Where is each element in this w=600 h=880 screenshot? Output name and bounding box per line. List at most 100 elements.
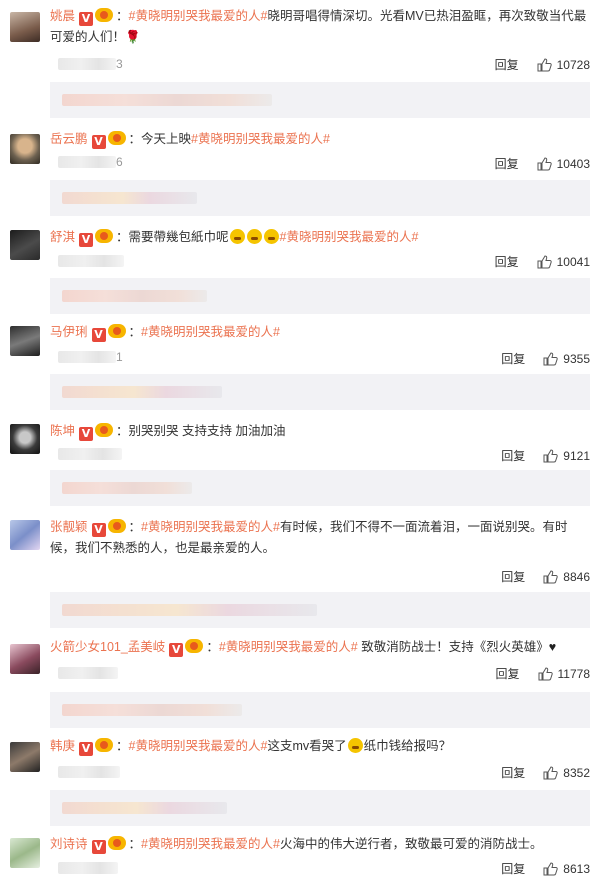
avatar[interactable]	[10, 644, 40, 674]
reply-preview[interactable]	[50, 82, 590, 118]
reply-preview[interactable]	[50, 374, 590, 410]
blurred-reply-text	[62, 386, 222, 398]
topic-link[interactable]: #黄晓明别哭我最爱的人#	[129, 9, 268, 23]
comment-actions: 回复 8846	[501, 568, 590, 585]
like-count: 8613	[563, 861, 590, 876]
avatar[interactable]	[10, 520, 40, 550]
topic-link[interactable]: #黄晓明别哭我最爱的人#	[129, 739, 268, 753]
reply-button[interactable]: 回复	[495, 56, 519, 73]
like-button[interactable]: 9121	[543, 449, 590, 463]
reply-button[interactable]: 回复	[495, 155, 519, 172]
topic-link[interactable]: #黄晓明别哭我最爱的人#	[280, 230, 419, 244]
username[interactable]: 姚晨	[50, 9, 75, 23]
blurred-reply-text	[62, 704, 242, 716]
comment-text: 这支mv看哭了	[267, 739, 347, 753]
topic-link[interactable]: #黄晓明别哭我最爱的人#	[191, 132, 330, 146]
comment-text: 今天上映	[141, 132, 192, 146]
verified-v-icon: V	[169, 643, 184, 657]
reply-button[interactable]: 回复	[501, 350, 525, 367]
like-button[interactable]: 11778	[538, 667, 590, 681]
topic-link[interactable]: #黄晓明别哭我最爱的人#	[219, 640, 358, 654]
like-button[interactable]: 9355	[543, 352, 590, 366]
username[interactable]: 张靓颖	[50, 520, 88, 534]
member-medal-icon	[107, 836, 126, 850]
blurred-timestamp	[58, 667, 118, 679]
avatar[interactable]	[10, 838, 40, 868]
like-count: 10728	[556, 57, 590, 72]
reply-button[interactable]: 回复	[501, 860, 525, 877]
member-medal-icon	[95, 8, 114, 22]
blurred-reply-text	[62, 604, 317, 616]
thumbs-up-icon	[538, 666, 553, 680]
comment-content: 刘诗诗 V ：#黄晓明别哭我最爱的人#火海中的伟大逆行者，致敬最可爱的消防战士。	[50, 836, 543, 854]
username[interactable]: 马伊琍	[50, 325, 88, 339]
thumbs-up-icon	[543, 448, 558, 462]
comment-content: 张靓颖 V ：#黄晓明别哭我最爱的人#有时候，我们不得不一面流着泪，一面说别哭。有时…	[50, 519, 568, 555]
reply-button[interactable]: 回复	[501, 764, 525, 781]
thumbs-up-icon	[537, 254, 552, 268]
comment-content: 韩庚 V ：#黄晓明别哭我最爱的人#这支mv看哭了 纸巾钱给报吗？	[50, 738, 452, 756]
member-medal-icon	[185, 639, 204, 653]
topic-link[interactable]: #黄晓明别哭我最爱的人#	[141, 837, 280, 851]
comment-actions: 回复 10728	[495, 56, 590, 73]
comment-content: 岳云鹏 V ：今天上映#黄晓明别哭我最爱的人#	[50, 131, 330, 149]
blurred-reply-text	[62, 802, 227, 814]
thumbs-up-icon	[537, 156, 552, 170]
blurred-timestamp	[58, 58, 116, 70]
reply-preview[interactable]	[50, 790, 590, 826]
like-count: 10041	[556, 254, 590, 269]
thumbs-up-icon	[543, 765, 558, 779]
like-count: 10403	[556, 156, 590, 171]
avatar[interactable]	[10, 742, 40, 772]
username[interactable]: 刘诗诗	[50, 837, 88, 851]
reply-preview[interactable]	[50, 180, 590, 216]
reply-button[interactable]: 回复	[495, 253, 519, 270]
avatar[interactable]	[10, 326, 40, 356]
reply-preview[interactable]	[50, 592, 590, 628]
like-button[interactable]: 10041	[537, 255, 590, 269]
username[interactable]: 韩庚	[50, 739, 75, 753]
comment-actions: 回复 10041	[495, 253, 590, 270]
reply-preview[interactable]	[50, 692, 590, 728]
comment-content: 姚晨 V ：#黄晓明别哭我最爱的人#晓明哥唱得情深切。光看MV已热泪盈眶，再次致敬当…	[50, 8, 587, 44]
like-count: 11778	[557, 666, 590, 681]
reply-preview[interactable]	[50, 470, 590, 506]
avatar[interactable]	[10, 12, 40, 42]
comment-content: 陈坤 V ：别哭别哭 支持支持 加油加油	[50, 423, 286, 441]
comment-actions: 回复 8613	[501, 860, 590, 877]
crying-emoji-icon	[347, 738, 363, 753]
reply-button[interactable]: 回复	[501, 568, 525, 585]
like-button[interactable]: 10728	[537, 58, 590, 72]
blurred-timestamp	[58, 448, 122, 460]
reply-button[interactable]: 回复	[496, 665, 520, 682]
blurred-timestamp	[58, 156, 116, 168]
verified-v-icon: V	[91, 135, 106, 149]
username[interactable]: 陈坤	[50, 424, 75, 438]
username[interactable]: 火箭少女101_孟美岐	[50, 640, 165, 654]
like-count: 8846	[563, 569, 590, 584]
blurred-reply-text	[62, 192, 197, 204]
verified-v-icon: V	[91, 840, 106, 854]
reply-preview[interactable]	[50, 278, 590, 314]
username[interactable]: 舒淇	[50, 230, 75, 244]
like-button[interactable]: 8613	[543, 862, 590, 876]
comment-text: 致敬消防战士！支持《烈火英雄》	[361, 640, 549, 654]
username[interactable]: 岳云鹏	[50, 132, 88, 146]
crying-emoji-icon	[229, 229, 245, 244]
topic-link[interactable]: #黄晓明别哭我最爱的人#	[141, 325, 280, 339]
member-medal-icon	[95, 738, 114, 752]
blurred-timestamp	[58, 255, 124, 267]
blurred-digit: 1	[116, 350, 123, 364]
avatar[interactable]	[10, 230, 40, 260]
thumbs-up-icon	[543, 351, 558, 365]
like-button[interactable]: 8352	[543, 766, 590, 780]
like-button[interactable]: 8846	[543, 570, 590, 584]
avatar[interactable]	[10, 134, 40, 164]
blurred-reply-text	[62, 94, 272, 106]
avatar[interactable]	[10, 424, 40, 454]
verified-v-icon: V	[79, 742, 94, 756]
comment-text: 纸巾钱给报吗？	[363, 739, 452, 753]
reply-button[interactable]: 回复	[501, 447, 525, 464]
topic-link[interactable]: #黄晓明别哭我最爱的人#	[141, 520, 280, 534]
like-button[interactable]: 10403	[537, 157, 590, 171]
